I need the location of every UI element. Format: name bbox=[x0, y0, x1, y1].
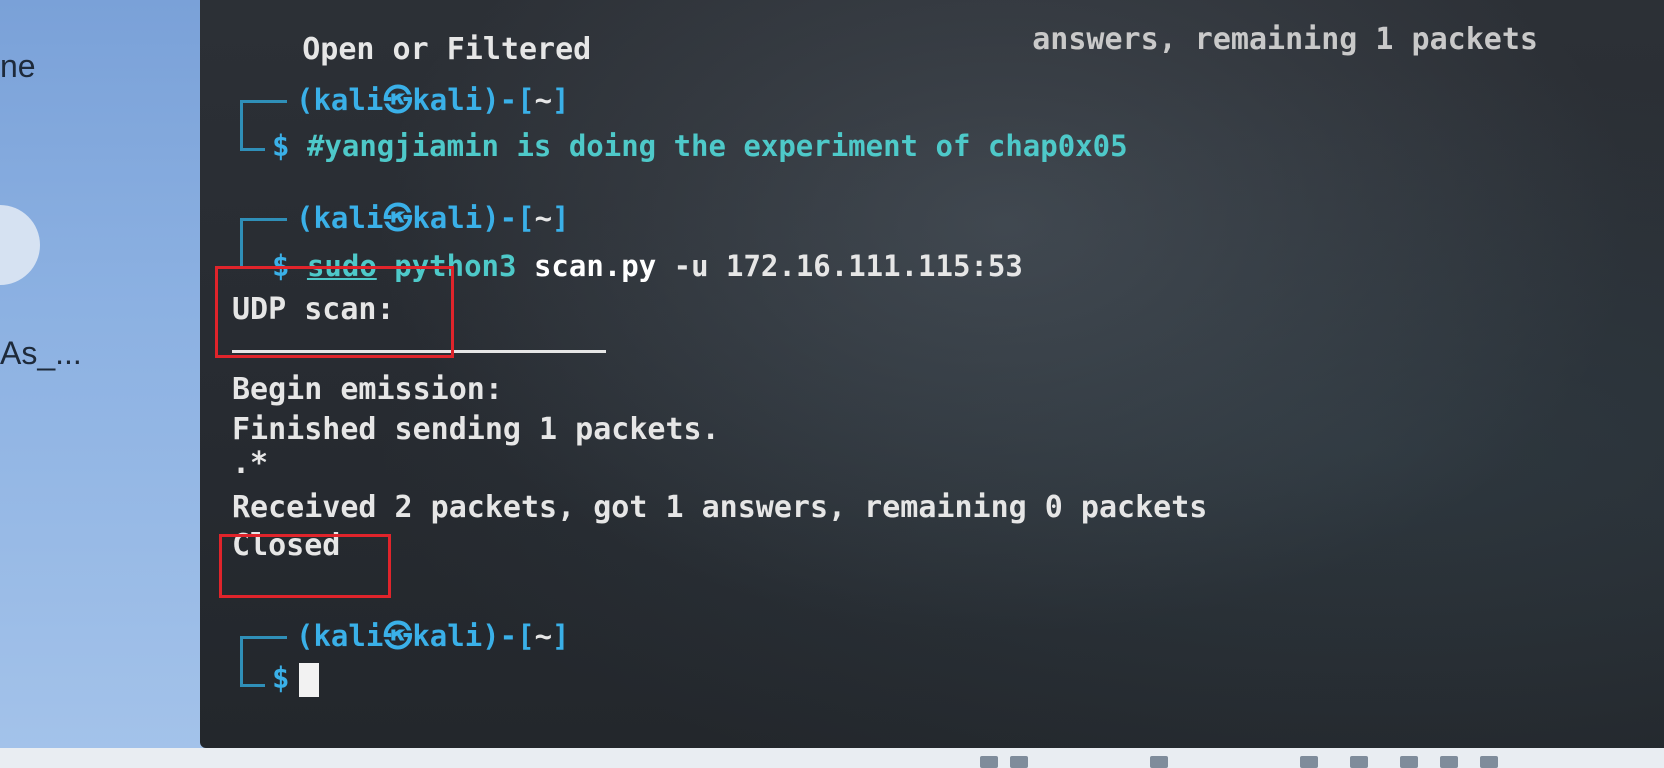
tray-icon[interactable] bbox=[980, 756, 998, 768]
prompt-dir: ~ bbox=[534, 83, 553, 117]
terminal-prompt: (kali㉿kali)-[~] bbox=[296, 619, 570, 653]
prompt-user: kali bbox=[313, 201, 384, 235]
output-text: answers, remaining 1 packets bbox=[1032, 22, 1538, 57]
prompt-at-icon: ㉿ bbox=[383, 619, 413, 653]
tray-icon[interactable] bbox=[1150, 756, 1168, 768]
output-finished: Finished sending 1 packets. bbox=[232, 412, 720, 447]
desktop-app-icon[interactable] bbox=[0, 205, 40, 285]
prompt-user: kali bbox=[313, 83, 384, 117]
prompt-bracket-icon bbox=[240, 100, 287, 129]
text-cursor-icon bbox=[299, 663, 320, 697]
prompt-host: kali bbox=[412, 619, 483, 653]
tray-icon[interactable] bbox=[1300, 756, 1318, 768]
highlight-box-closed bbox=[219, 534, 391, 598]
prompt-at-icon: ㉿ bbox=[383, 83, 413, 117]
prompt-dir: ~ bbox=[534, 619, 553, 653]
command-args: -u 172.16.111.115:53 bbox=[673, 249, 1023, 283]
output-received: Received 2 packets, got 1 answers, remai… bbox=[232, 490, 1208, 525]
prompt-dollar: $ bbox=[272, 661, 290, 695]
desktop-icon-label[interactable]: ne bbox=[0, 48, 36, 85]
tray-icon[interactable] bbox=[1400, 756, 1418, 768]
screenshot: ne As_... Open or Filtered answers, rema… bbox=[0, 0, 1664, 768]
prompt-host: kali bbox=[412, 83, 483, 117]
output-begin: Begin emission: bbox=[232, 372, 503, 407]
tray-icon[interactable] bbox=[1010, 756, 1028, 768]
desktop-background: ne As_... bbox=[0, 0, 215, 768]
highlight-box-udp-scan bbox=[215, 266, 454, 358]
output-text: Open or Filtered bbox=[302, 32, 592, 67]
terminal-command-line: $ #yangjiamin is doing the experiment of… bbox=[240, 128, 1128, 164]
terminal-prompt: (kali㉿kali)-[~] bbox=[296, 83, 570, 117]
command-text: #yangjiamin is doing the experiment of c… bbox=[306, 129, 1128, 163]
terminal-input-line[interactable]: $ bbox=[240, 660, 320, 697]
prompt-dollar: $ bbox=[272, 129, 290, 163]
tray-icon[interactable] bbox=[1480, 756, 1498, 768]
terminal-prompt: (kali㉿kali)-[~] bbox=[296, 201, 570, 235]
output-dots: .* bbox=[232, 446, 269, 481]
terminal-output-line: answers, remaining 1 packets bbox=[960, 0, 1538, 94]
desktop-icon-label[interactable]: As_... bbox=[0, 335, 82, 372]
tray-icon[interactable] bbox=[1350, 756, 1368, 768]
prompt-user: kali bbox=[313, 619, 384, 653]
prompt-dir: ~ bbox=[534, 201, 553, 235]
command-file: scan.py bbox=[533, 249, 657, 283]
prompt-at-icon: ㉿ bbox=[383, 201, 413, 235]
tray-icon[interactable] bbox=[1440, 756, 1458, 768]
prompt-host: kali bbox=[412, 201, 483, 235]
prompt-bracket-icon bbox=[240, 218, 287, 247]
